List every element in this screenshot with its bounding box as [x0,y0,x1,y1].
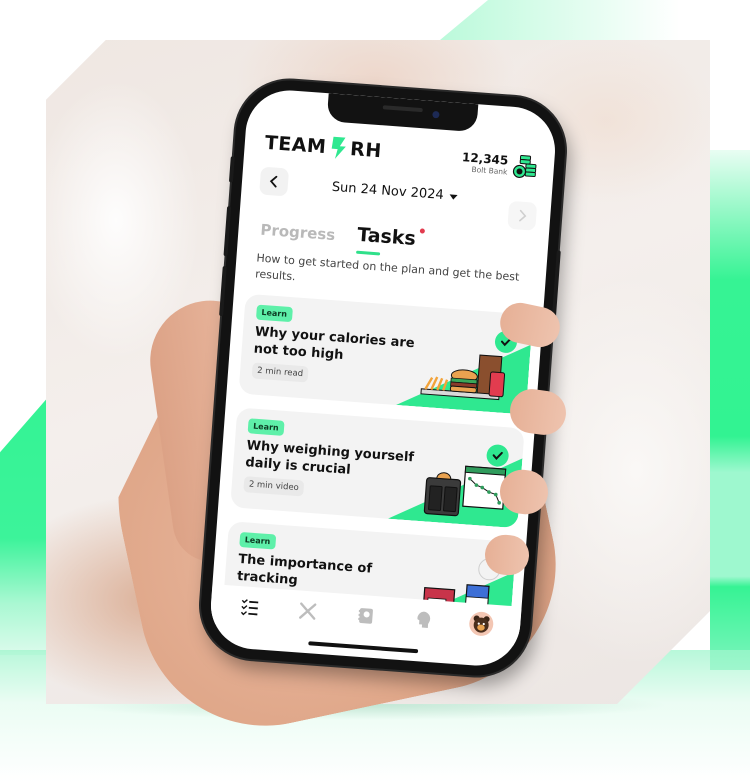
decor-top-right [440,0,680,40]
tab-progress-label: Progress [259,220,336,245]
tab-progress[interactable]: Progress [260,221,336,244]
notification-dot [420,228,426,234]
chevron-right-icon [519,209,527,222]
head-icon [417,611,431,628]
bolt-bank[interactable]: 12,345 Bolt Bank [461,149,539,181]
team-rh-logo: TEAM RH [264,131,383,164]
bolt-bank-count: 12,345 [461,150,509,168]
learn-badge: Learn [239,531,276,550]
decor-left [0,395,50,655]
active-tab-indicator [355,250,381,256]
checkmark-icon [492,451,503,461]
logo-text-right: RH [349,138,383,163]
selected-date: Sun 24 Nov 2024 [331,179,445,203]
bolt-bank-label: Bolt Bank [471,165,508,177]
decor-right [710,150,750,670]
fast-food-illustration [420,354,506,401]
front-camera [432,110,440,119]
task-card[interactable]: Learn Why your calories are not too high… [238,293,534,415]
nav-tasks[interactable] [236,593,264,621]
tab-tasks[interactable]: Tasks [355,223,426,256]
task-duration: 2 min read [251,362,309,383]
task-title: Why your calories are not too high [253,324,416,363]
fork-knife-icon [299,602,317,620]
recipe-book-icon [358,608,373,624]
task-card[interactable]: Learn Why weighing yourself daily is cru… [230,407,525,529]
app-screen: TEAM RH 12,345 Bolt Bank Sun 24 Nov 2024… [207,87,559,669]
nav-recipes[interactable] [352,601,380,629]
scale-chart-illustration [423,465,507,517]
phone-notch [326,93,479,133]
phone-frame: TEAM RH 12,345 Bolt Bank Sun 24 Nov 2024… [197,76,569,680]
nav-mindset[interactable] [409,606,437,634]
date-dropdown[interactable]: Sun 24 Nov 2024 [331,180,458,204]
bear-avatar-icon [468,611,495,637]
task-duration: 2 min video [243,476,305,497]
previous-day-button[interactable] [259,166,290,197]
learn-badge: Learn [255,304,293,323]
logo-text-left: TEAM [264,131,328,159]
learn-badge: Learn [247,418,285,436]
coins-icon [512,155,537,179]
phone-mockup: TEAM RH 12,345 Bolt Bank Sun 24 Nov 2024… [197,76,569,680]
caret-down-icon [449,194,458,200]
tab-tasks-label: Tasks [356,223,417,250]
nav-meals[interactable] [294,597,322,625]
nav-profile[interactable] [467,610,495,638]
speaker-grille [382,105,423,113]
phone-mute-switch [228,156,235,183]
tab-bar: Progress Tasks [260,207,426,256]
intro-text: How to get started on the plan and get t… [254,251,520,284]
bolt-logo-icon [331,136,346,159]
next-day-button[interactable] [507,200,538,231]
checklist-icon [240,599,259,616]
chevron-left-icon [269,175,278,188]
